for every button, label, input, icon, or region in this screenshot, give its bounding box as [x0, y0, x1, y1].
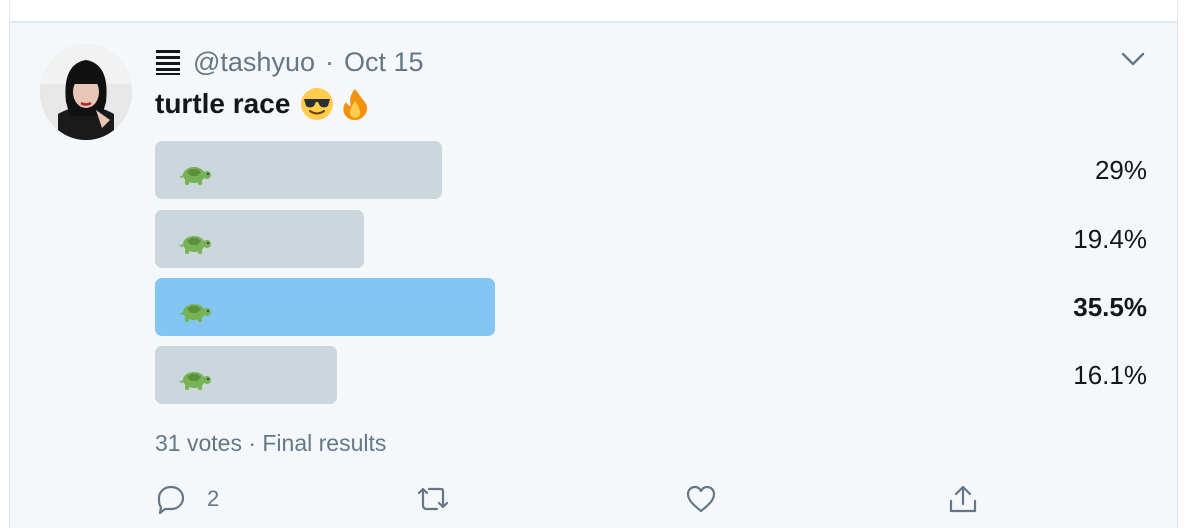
display-name-glyph [156, 50, 180, 75]
turtle-emoji [177, 230, 213, 256]
tweet-text-content: turtle race [155, 88, 291, 119]
poll-option-bar [155, 278, 495, 336]
avatar[interactable] [40, 44, 132, 140]
chevron-down-icon[interactable] [1120, 49, 1146, 69]
poll-option-bar [155, 141, 442, 199]
fire-emoji [343, 89, 368, 120]
retweet-icon [417, 487, 449, 511]
poll-option: 35.5% [155, 278, 1147, 336]
reply-count: 2 [207, 486, 220, 511]
turtle-emoji [177, 366, 213, 392]
poll-meta: 31 votes · Final results [155, 430, 387, 456]
poll-option: 16.1% [155, 346, 1147, 404]
poll-option-bar [155, 210, 364, 268]
tweet-actions: 2 [155, 483, 1055, 523]
poll-option-percent: 35.5% [1073, 292, 1147, 322]
like-icon [686, 485, 716, 513]
poll-option: 19.4% [155, 210, 1147, 268]
poll-option-percent: 29% [1094, 155, 1147, 185]
tweet-text: turtle race [155, 87, 372, 121]
share-icon [949, 485, 977, 513]
user-handle[interactable]: @tashyuo [193, 47, 315, 78]
reply-icon [157, 485, 185, 515]
turtle-emoji [177, 161, 213, 187]
sunglasses-emoji [301, 88, 334, 120]
tweet-card[interactable]: @tashyuo · Oct 15 turtle race 29% 19.4% 35… [9, 22, 1178, 528]
tweet-header: @tashyuo · Oct 15 [155, 45, 424, 79]
poll-option-bar [155, 346, 337, 404]
retweet-button[interactable] [417, 483, 449, 515]
poll-option: 29% [155, 141, 1147, 199]
share-button[interactable] [947, 483, 979, 515]
tweet-date[interactable]: Oct 15 [344, 47, 424, 78]
poll-option-percent: 19.4% [1073, 224, 1147, 254]
poll-option-percent: 16.1% [1073, 360, 1147, 390]
previous-tweet-card [9, 0, 1178, 22]
reply-button[interactable]: 2 [155, 483, 219, 515]
turtle-emoji [177, 298, 213, 324]
like-button[interactable] [685, 483, 717, 515]
header-separator: · [324, 46, 334, 77]
